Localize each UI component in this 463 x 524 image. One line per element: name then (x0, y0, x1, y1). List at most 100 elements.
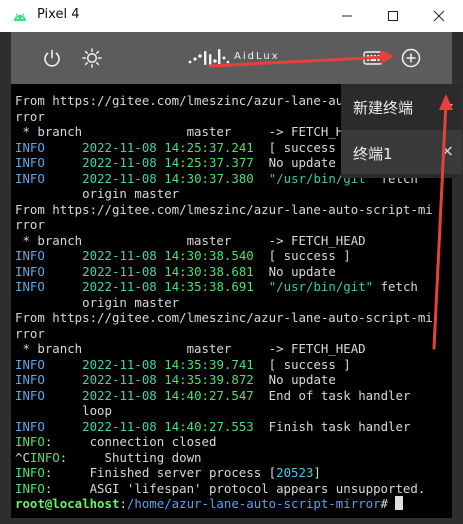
terminal-text-segment: No update (253, 155, 336, 170)
close-tab-icon[interactable]: × (441, 141, 454, 160)
menu-item-label: 新建终端 (353, 99, 414, 117)
terminal-text-segment: 14:30:38.681 (164, 263, 254, 279)
terminal-text-segment: * branch master -> FETCH_HEAD (15, 341, 366, 356)
aidlux-logo: AidLux (186, 45, 306, 71)
menu-item-new-terminal[interactable]: 新建终端 + (341, 84, 462, 128)
terminal-text-segment: : ASGI 'lifespan' protocol appears unsup… (44, 480, 426, 496)
terminal-text-segment: From https://gitee.com/lmeszinc/azur-lan… (15, 310, 433, 325)
brightness-icon[interactable] (79, 45, 105, 71)
terminal-text-segment: INFO (15, 170, 45, 186)
terminal-text-segment: 14:40:27.547 (164, 387, 254, 403)
terminal-text-segment: INFO (15, 279, 45, 294)
android-icon (14, 13, 26, 21)
terminal-text-segment: origin master (15, 294, 180, 310)
terminal-text-segment: No update (253, 372, 336, 387)
terminal-text-segment: "/usr/bin/git" (268, 279, 374, 294)
terminal-text-segment: 2022-11-08 (82, 372, 157, 387)
terminal-text-segment: INFO (15, 155, 45, 170)
minimize-button[interactable] (324, 0, 370, 32)
window-titlebar[interactable]: Pixel 4 (0, 0, 463, 32)
terminal-text-segment: 14:30:37.380 (164, 170, 254, 186)
terminal-text-segment: rror (15, 325, 45, 341)
terminal-line: INFO 2022-11-08 14:35:38.691 "/usr/bin/g… (15, 279, 433, 295)
terminal-cursor (395, 496, 404, 510)
terminal-line: INFO: connection closed (15, 434, 433, 450)
terminal-text-segment: 14:40:27.553 (164, 418, 254, 434)
power-icon[interactable] (39, 45, 65, 71)
minimize-icon (342, 15, 352, 17)
terminal-line: From https://gitee.com/lmeszinc/azur-lan… (15, 310, 433, 326)
terminal-text-segment: End of task handler (253, 387, 411, 403)
terminal-text-segment: 2022-11-08 (82, 387, 157, 403)
terminal-text-segment: INFO (29, 449, 60, 465)
terminal-line: * branch master -> FETCH_HEAD (15, 341, 433, 357)
terminal-text-segment: # (380, 496, 396, 511)
terminal-text-segment: : connection closed (44, 434, 217, 449)
terminal-line: rror (15, 217, 433, 233)
terminal-text-segment: Finish task handler (253, 418, 411, 434)
terminal-text-segment: INFO (15, 356, 45, 372)
terminal-text-segment: /home/azur-lane-auto-script-mirror (126, 496, 381, 511)
maximize-button[interactable] (370, 0, 416, 32)
terminal-text-segment: INFO (15, 434, 45, 449)
terminal-text-segment: INFO (15, 139, 45, 155)
keyboard-icon[interactable] (360, 45, 386, 71)
terminal-text-segment: [ success ] (253, 356, 351, 372)
terminal-text-segment: No update (253, 263, 336, 279)
terminal-line: ^CINFO: Shutting down (15, 450, 433, 466)
terminal-line: origin master (15, 186, 433, 202)
terminal-text-segment: INFO (15, 465, 45, 480)
terminal-text-segment: INFO (15, 387, 45, 403)
terminal-line: INFO: Finished server process [20523] (15, 465, 433, 481)
terminal-text-segment: 2022-11-08 (82, 418, 157, 434)
terminal-text-segment: fetch (373, 279, 418, 294)
terminal-text-segment: 20523 (276, 465, 314, 480)
menu-item-terminal-1[interactable]: 终端1 × (341, 130, 462, 174)
terminal-line: INFO 2022-11-08 14:40:27.553 Finish task… (15, 419, 433, 435)
app-toolbar: AidLux (11, 32, 452, 84)
terminal-line: INFO 2022-11-08 14:30:38.681 No update (15, 264, 433, 280)
terminal-text-segment: 14:35:38.691 (164, 279, 254, 294)
menu-item-label: 终端1 (353, 145, 393, 163)
terminal-line: * branch master -> FETCH_HEAD (15, 233, 433, 249)
close-window-button[interactable] (416, 0, 462, 32)
terminal-text-segment: 2022-11-08 (82, 279, 157, 294)
terminal-text-segment: rror (15, 108, 45, 124)
terminal-text-segment: 2022-11-08 (82, 139, 157, 155)
terminal-text-segment: origin master (15, 186, 180, 201)
terminal-line: origin master (15, 295, 433, 311)
terminal-text-segment: 14:25:37.377 (164, 155, 254, 170)
terminal-line: root@localhost:/home/azur-lane-auto-scri… (15, 496, 433, 512)
terminal-text-segment: INFO (15, 372, 45, 387)
terminal-text-segment: 14:35:39.872 (164, 372, 254, 387)
terminal-text-segment: * branch master -> FETCH_HEAD (15, 124, 366, 139)
terminal-text-segment: 2022-11-08 (82, 155, 157, 170)
terminal-text-segment: INFO (15, 418, 45, 434)
terminal-text-segment: 2022-11-08 (82, 356, 157, 372)
terminal-line: loop (15, 403, 433, 419)
terminal-text-segment: ] (313, 465, 321, 480)
terminal-text-segment: loop (15, 403, 112, 418)
plus-icon[interactable]: + (441, 95, 454, 114)
maximize-icon (388, 11, 398, 21)
aidlux-logo-text: AidLux (234, 51, 280, 62)
terminal-text-segment: rror (15, 217, 45, 232)
terminal-text-segment: ^C (15, 449, 30, 465)
terminal-text-segment: 2022-11-08 (82, 248, 157, 263)
terminal-text-segment: 14:30:38.540 (164, 248, 254, 263)
add-circle-icon[interactable] (398, 45, 424, 71)
terminal-line: From https://gitee.com/lmeszinc/azur-lan… (15, 202, 433, 218)
terminal-text-segment: * branch master -> FETCH_HEAD (15, 232, 366, 248)
terminal-menu: 新建终端 + 终端1 × (341, 84, 462, 178)
